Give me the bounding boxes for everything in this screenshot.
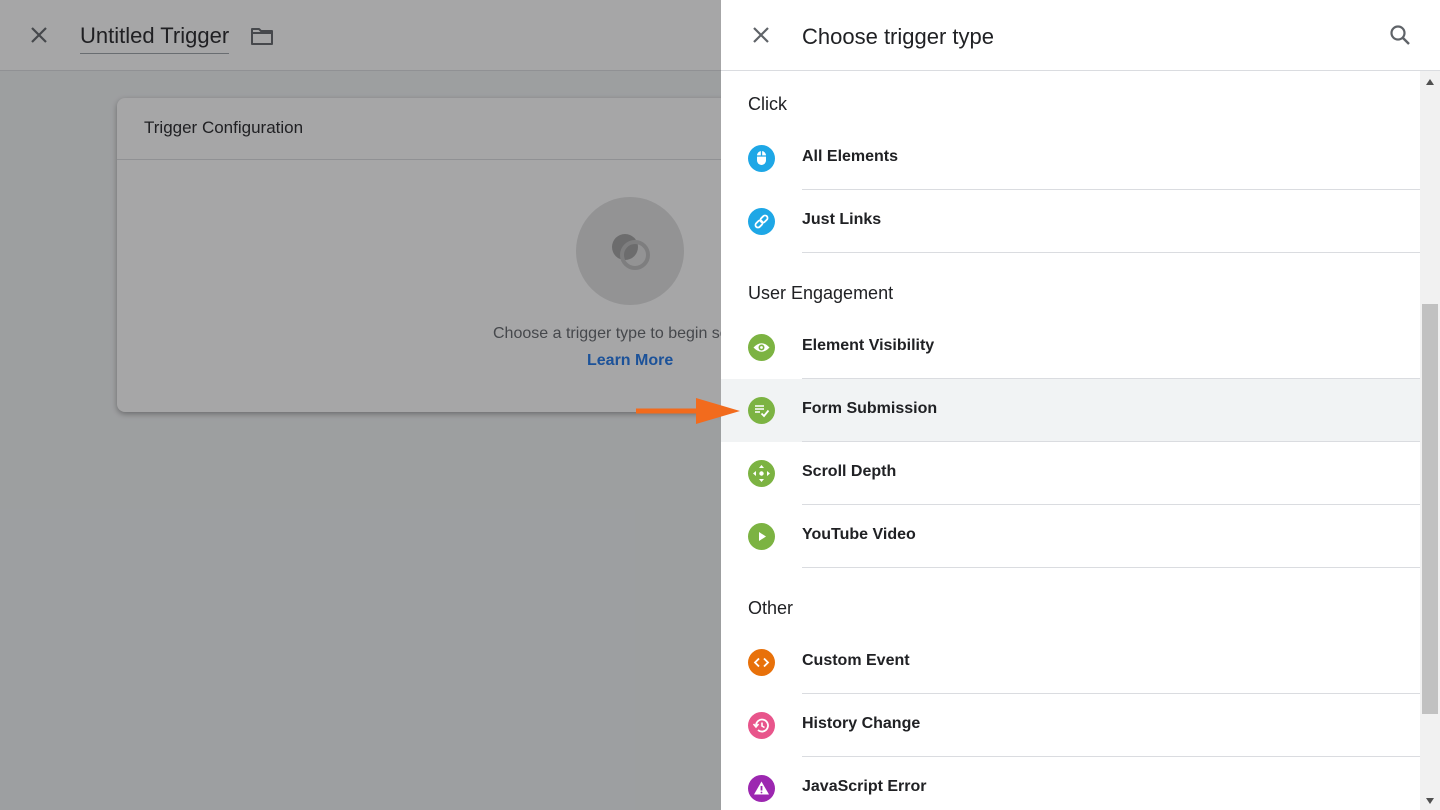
trigger-option-history-change[interactable]: History Change	[721, 694, 1420, 757]
panel-header: Choose trigger type	[721, 0, 1440, 71]
trigger-option-label: History Change	[802, 715, 921, 732]
trigger-option-label: JavaScript Error	[802, 778, 927, 795]
code-icon	[748, 649, 775, 676]
scroll-up-arrow-icon[interactable]	[1426, 79, 1434, 85]
trigger-option-just-links[interactable]: Just Links	[721, 190, 1420, 253]
trigger-option-youtube-video[interactable]: YouTube Video	[721, 505, 1420, 568]
trigger-option-label: All Elements	[802, 148, 899, 165]
warning-icon	[748, 775, 775, 802]
scrollbar-thumb[interactable]	[1422, 304, 1438, 714]
panel-scrollbar[interactable]	[1420, 71, 1440, 810]
trigger-option-label: YouTube Video	[802, 526, 916, 543]
trigger-type-panel: Choose trigger type Click All Elements J…	[721, 0, 1440, 810]
trigger-option-label: Just Links	[802, 211, 882, 228]
group-label-user-engagement: User Engagement	[748, 283, 894, 303]
history-icon	[748, 712, 775, 739]
divider	[802, 567, 1420, 568]
modal-scrim[interactable]	[0, 0, 721, 810]
trigger-option-label: Custom Event	[802, 652, 910, 669]
mouse-icon	[748, 145, 775, 172]
move-arrows-icon	[748, 460, 775, 487]
link-icon	[748, 208, 775, 235]
trigger-option-all-elements[interactable]: All Elements	[721, 127, 1420, 190]
group-label-other: Other	[748, 598, 794, 618]
divider	[802, 252, 1420, 253]
trigger-option-label: Scroll Depth	[802, 463, 897, 480]
trigger-option-element-visibility[interactable]: Element Visibility	[721, 316, 1420, 379]
close-panel-button[interactable]	[748, 22, 774, 48]
group-label-click: Click	[748, 94, 787, 114]
form-check-icon	[748, 397, 775, 424]
trigger-option-label: Form Submission	[802, 400, 938, 417]
scroll-down-arrow-icon[interactable]	[1426, 798, 1434, 804]
trigger-type-list: Click All Elements Just Links User Engag…	[721, 71, 1420, 810]
annotation-arrow-icon	[634, 396, 744, 426]
trigger-option-label: Element Visibility	[802, 337, 935, 354]
trigger-option-javascript-error[interactable]: JavaScript Error	[721, 757, 1420, 810]
search-button[interactable]	[1387, 22, 1413, 48]
close-icon	[753, 27, 769, 43]
trigger-option-scroll-depth[interactable]: Scroll Depth	[721, 442, 1420, 505]
panel-title: Choose trigger type	[802, 24, 994, 49]
play-icon	[748, 523, 775, 550]
trigger-option-custom-event[interactable]: Custom Event	[721, 631, 1420, 694]
eye-icon	[748, 334, 775, 361]
trigger-option-form-submission[interactable]: Form Submission	[721, 379, 1420, 442]
search-icon	[1390, 25, 1410, 45]
